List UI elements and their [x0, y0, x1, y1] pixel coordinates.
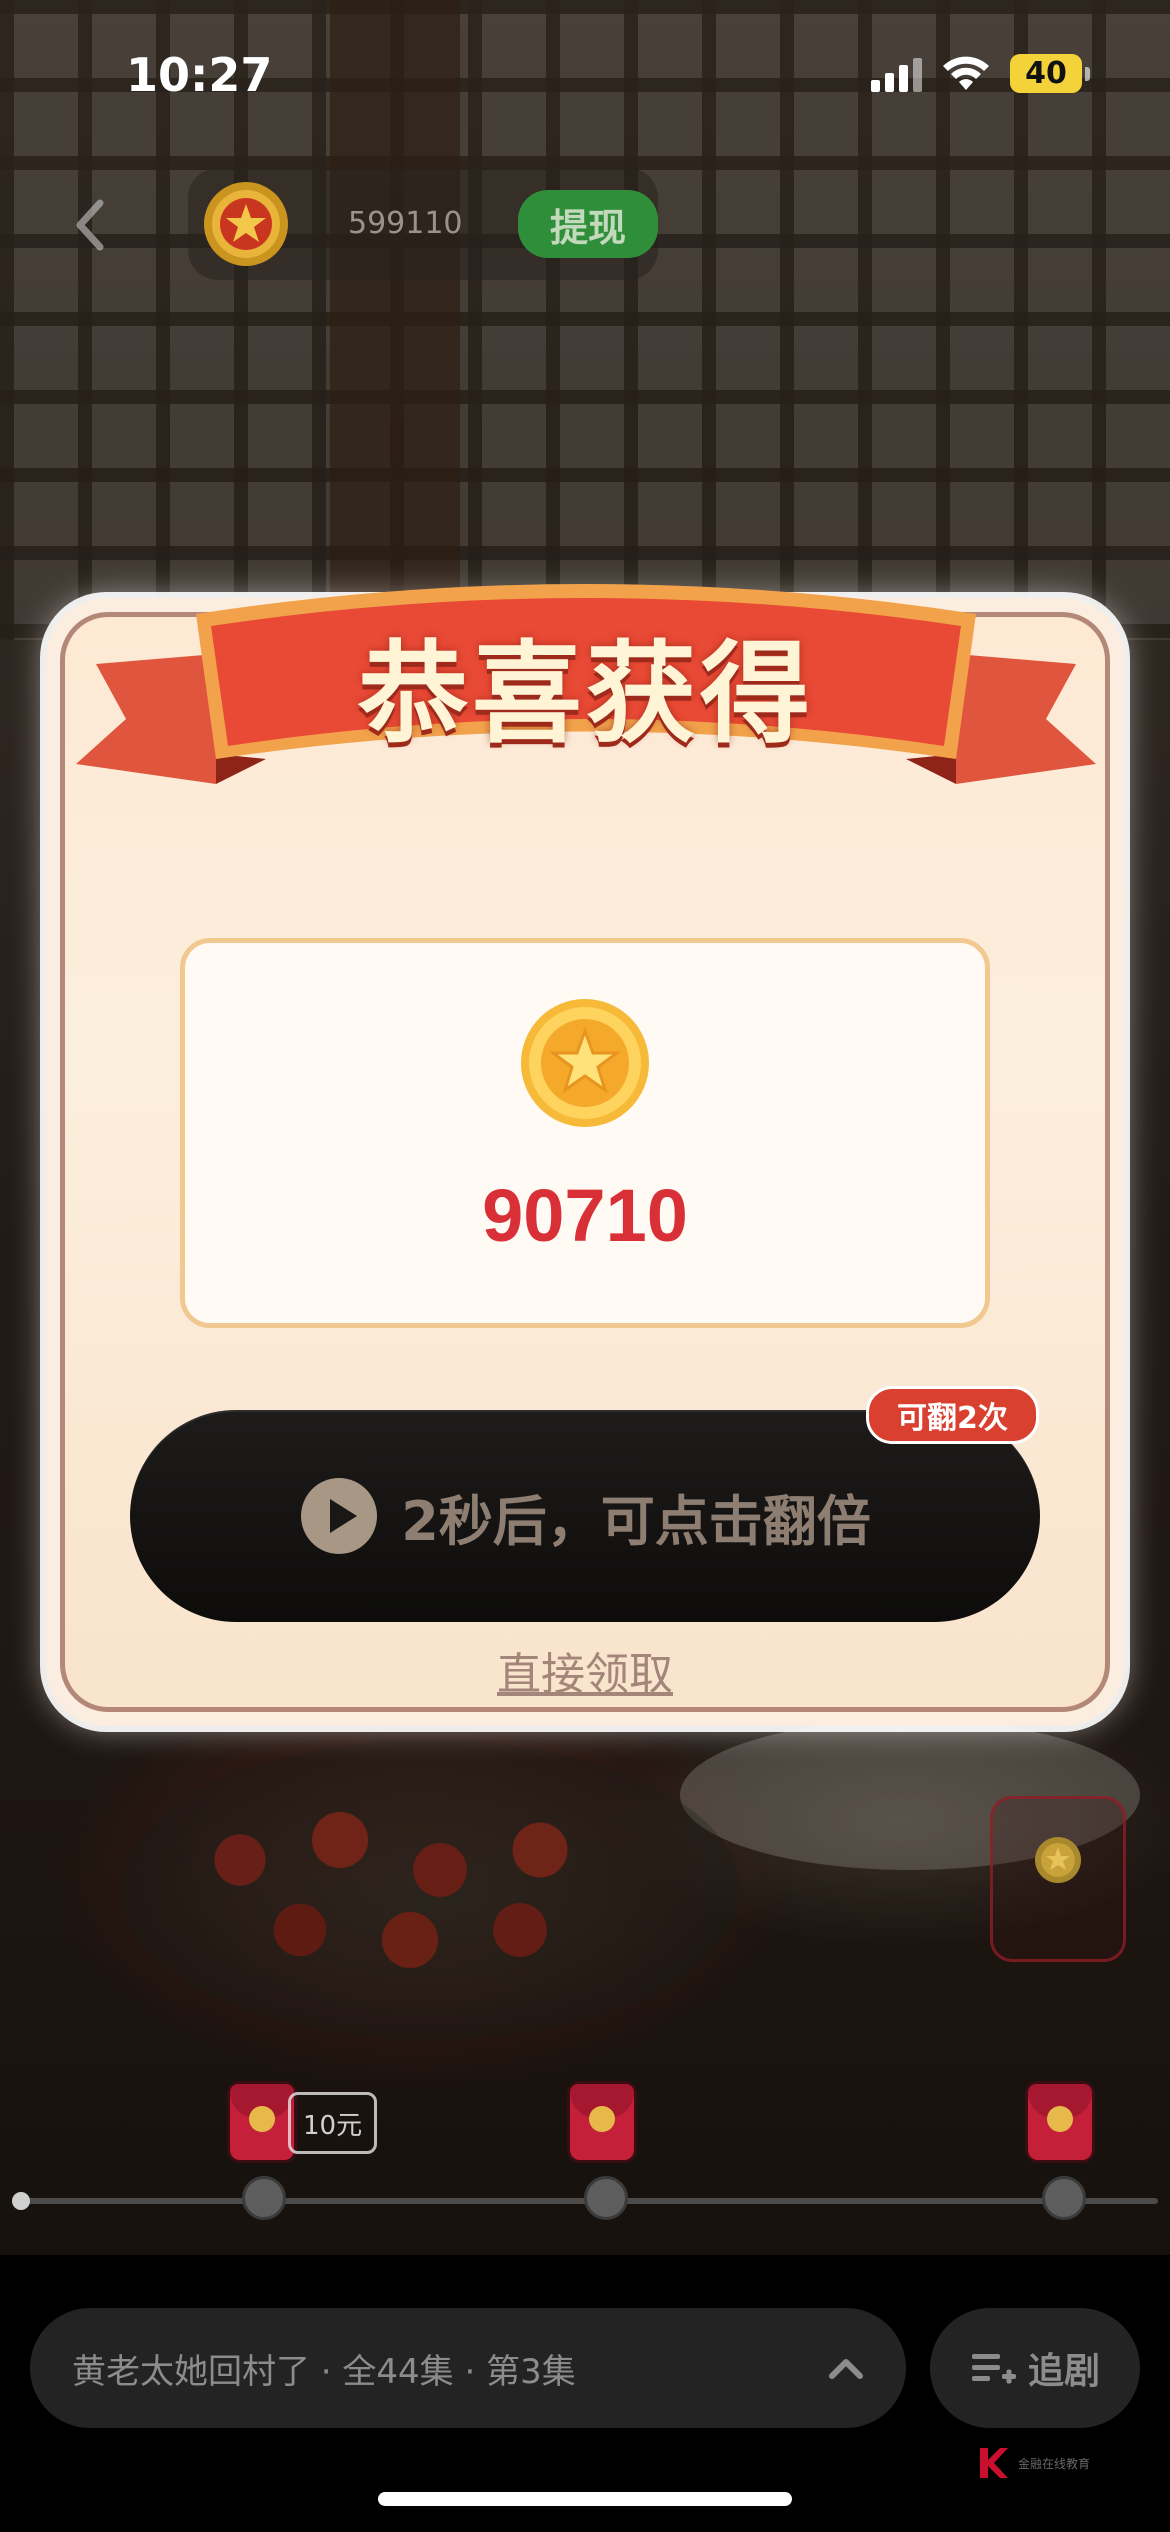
home-indicator[interactable] [378, 2492, 792, 2506]
follow-series-button[interactable]: 追剧 [930, 2308, 1140, 2428]
cash-reward-tag: 10元 [288, 2092, 378, 2154]
coin-count: 599110 [348, 206, 463, 241]
progress-node [584, 2176, 628, 2220]
red-envelope-icon[interactable] [230, 2084, 294, 2160]
reward-dialog: 恭喜获得 90710 2秒后，可点击翻倍 可翻2次 直接领取 [46, 584, 1124, 1726]
status-indicators: 40 [871, 54, 1090, 93]
series-info-text: 黄老太她回村了 · 全44集 · 第3集 [72, 2351, 576, 2392]
wifi-icon [943, 56, 989, 90]
watermark-text: 金融在线教育 [1018, 2456, 1091, 2471]
progress-start-dot [12, 2192, 30, 2210]
chevron-up-icon[interactable] [826, 2348, 866, 2388]
series-info-bar[interactable]: 黄老太她回村了 · 全44集 · 第3集 [30, 2308, 906, 2428]
status-time: 10:27 [126, 48, 273, 102]
red-envelope-icon[interactable] [1028, 2084, 1092, 2160]
cellular-signal-icon [871, 56, 922, 92]
double-reward-label: 2秒后，可点击翻倍 [401, 1489, 871, 1553]
direct-claim-link[interactable]: 直接领取 [46, 1638, 1124, 1702]
progress-node [242, 2176, 286, 2220]
watermark: 金融在线教育 [976, 2446, 1090, 2480]
gold-coin-icon [204, 182, 288, 266]
reward-panel: 90710 [180, 938, 990, 1328]
back-arrow-icon[interactable] [70, 195, 110, 255]
flip-count-badge: 可翻2次 [866, 1386, 1039, 1444]
playlist-add-icon [971, 2354, 1016, 2384]
side-reward-widget[interactable] [990, 1796, 1126, 1962]
battery-level: 40 [1010, 54, 1082, 93]
reward-amount: 90710 [482, 1174, 688, 1257]
title-ribbon: 恭喜获得 [66, 554, 1106, 804]
watermark-logo-icon [980, 2448, 1008, 2478]
red-envelope-icon[interactable] [570, 2084, 634, 2160]
progress-node [1042, 2176, 1086, 2220]
withdraw-button[interactable]: 提现 [518, 190, 658, 258]
gold-coin-icon [521, 999, 649, 1127]
dialog-title: 恭喜获得 [358, 629, 814, 758]
follow-series-label: 追剧 [1027, 2351, 1100, 2392]
coin-balance-bar: 599110 提现 [188, 168, 658, 280]
coin-badge-icon [1035, 1837, 1081, 1883]
battery-icon: 40 [1010, 54, 1090, 93]
play-icon [301, 1478, 378, 1554]
